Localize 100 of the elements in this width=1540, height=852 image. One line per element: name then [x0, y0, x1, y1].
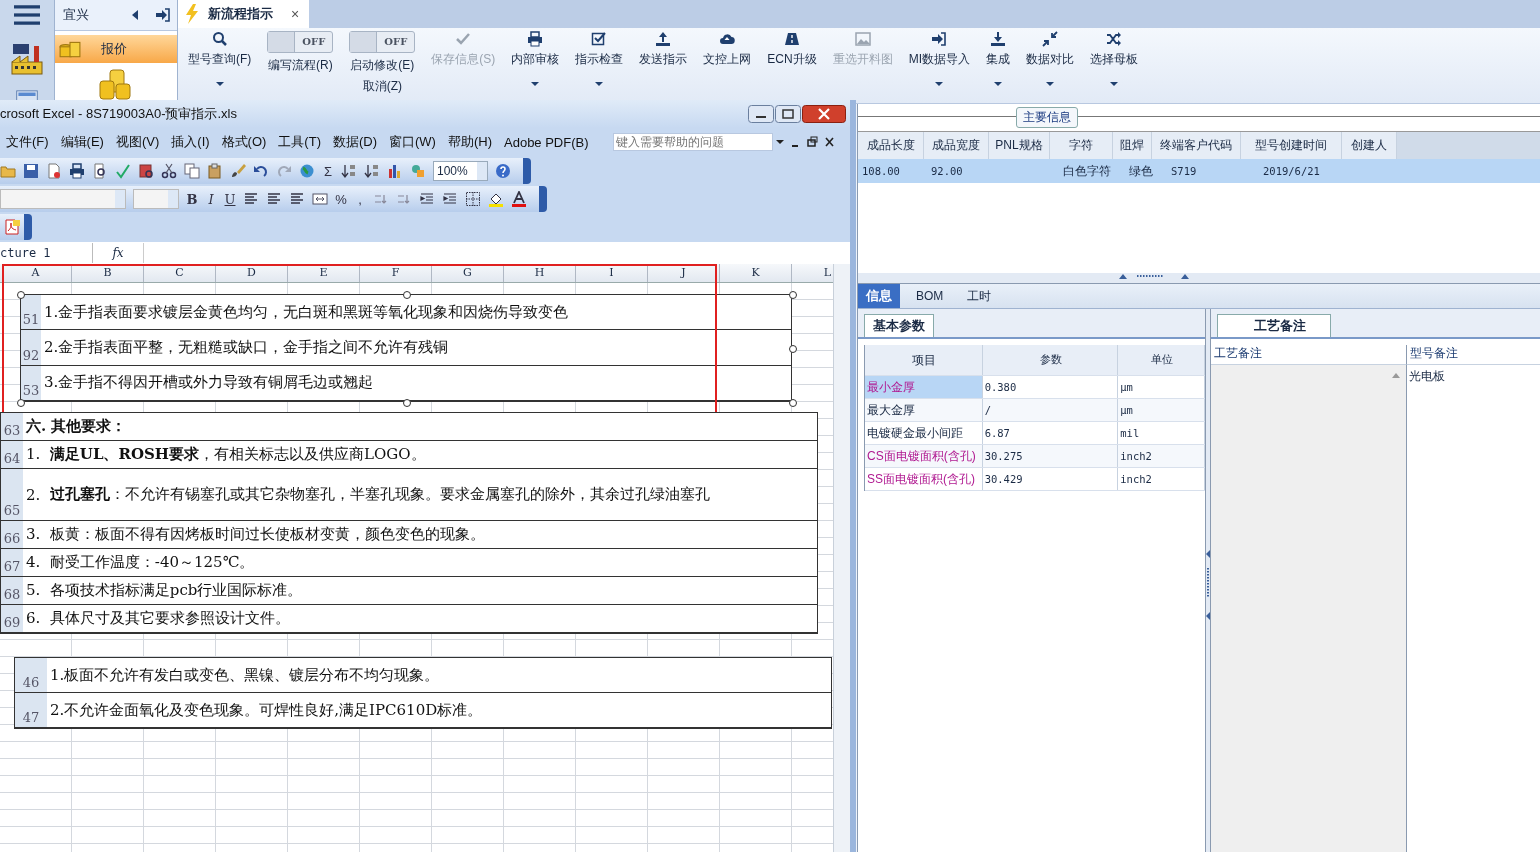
selection-handle[interactable]	[789, 345, 797, 353]
coins-icon[interactable]	[98, 67, 134, 103]
brush-icon[interactable]	[230, 163, 246, 179]
embedded-table-image[interactable]: 46 1.板面不允许有发白或变色、黑镍、镀层分布不均匀现象。 47 2.不允许金面氧化及变色现象。可焊性良好,满足IPC610D标准。	[14, 657, 832, 729]
selection-handle[interactable]	[17, 399, 25, 407]
column-header[interactable]: 工艺备注	[1211, 345, 1407, 365]
format-button[interactable]: B	[186, 191, 198, 207]
printer-icon[interactable]	[69, 163, 85, 179]
caret-icon[interactable]	[935, 82, 944, 86]
maximize-icon[interactable]	[775, 105, 801, 123]
column-header[interactable]: D	[216, 264, 288, 282]
undo-icon[interactable]	[253, 163, 269, 179]
note-text[interactable]: 光电板	[1409, 369, 1445, 383]
table-cell[interactable]: 6.87	[982, 422, 1119, 444]
printer-icon[interactable]	[527, 31, 544, 47]
sort-icon[interactable]	[341, 163, 357, 179]
column-header[interactable]: 型号备注	[1407, 345, 1540, 365]
copy-icon[interactable]	[184, 163, 200, 179]
ribbon-button[interactable]: 选择母板	[1082, 31, 1146, 86]
menu-item[interactable]: 编辑(E)	[54, 133, 110, 151]
column-header[interactable]: C	[144, 264, 216, 282]
sort-icon[interactable]	[364, 163, 380, 179]
selection-handle[interactable]	[17, 291, 25, 299]
table-cell[interactable]: inch2	[1118, 445, 1205, 467]
ribbon-button[interactable]: 发送指示	[631, 31, 696, 68]
menu-item[interactable]: 文件(F)	[0, 133, 55, 151]
column-header[interactable]: H	[504, 264, 576, 282]
caret-icon[interactable]	[595, 82, 604, 86]
indent-icon[interactable]	[419, 191, 435, 207]
menu-item[interactable]: 格式(O)	[215, 133, 273, 151]
table-cell[interactable]: 0.380	[982, 376, 1119, 398]
shuffle-icon[interactable]	[1106, 31, 1122, 47]
caret-icon[interactable]	[994, 82, 1002, 86]
table-cell[interactable]: 30.429	[982, 468, 1119, 490]
format-button[interactable]: I	[205, 191, 217, 207]
menu-item[interactable]: 帮助(H)	[441, 133, 498, 151]
column-header[interactable]: K	[720, 264, 792, 282]
table-cell[interactable]: SS面电镀面积(含孔)	[865, 468, 983, 490]
toggle-button[interactable]: OFF 启动修改(E) 取消(Z)	[341, 31, 424, 95]
document-tab[interactable]: 新流程指示 ×	[178, 0, 310, 28]
selection-handle[interactable]	[789, 291, 797, 299]
menu-item[interactable]: 数据(D)	[326, 133, 383, 151]
embedded-table-image[interactable]: 51 1.金手指表面要求镀层金黄色均匀，无白斑和黑斑等氧化现象和因烧伤导致变色 92 2.金手指表面平整，无粗糙或缺口，金手指之间不允许有残铜 53 3.金手指不得因开槽或外力导致有铜屑毛边或翘起	[20, 294, 792, 402]
panel-tab[interactable]: 工艺备注	[1217, 314, 1331, 337]
name-box[interactable]: cture 1	[0, 243, 93, 263]
caret-icon[interactable]	[1110, 82, 1118, 86]
minimize-icon[interactable]	[748, 105, 774, 123]
menu-item[interactable]: 窗口(W)	[383, 133, 442, 151]
checkbox-icon[interactable]	[591, 31, 608, 47]
pdf-icon[interactable]	[4, 219, 20, 235]
zoom-dropdown[interactable]: 100%	[433, 161, 488, 181]
toggle-button[interactable]: OFF 编写流程(R)	[259, 31, 342, 74]
panel-tab[interactable]: 基本参数	[864, 314, 934, 337]
column-header[interactable]: G	[432, 264, 504, 282]
menu-item[interactable]: 插入(I)	[165, 133, 216, 151]
cloud-icon[interactable]	[719, 31, 736, 47]
scroll-bar[interactable]	[833, 264, 850, 852]
ribbon-button[interactable]: 数据对比	[1018, 31, 1082, 86]
column-header[interactable]: F	[360, 264, 432, 282]
search-icon[interactable]	[211, 31, 228, 47]
preview-icon[interactable]	[92, 163, 108, 179]
ribbon-button[interactable]: 集成	[978, 31, 1018, 86]
column-header[interactable]: J	[648, 264, 720, 282]
document-icon[interactable]	[46, 163, 62, 179]
selection-handle[interactable]	[403, 399, 411, 407]
selection-handle[interactable]	[789, 399, 797, 407]
sign-in-icon[interactable]	[155, 7, 171, 23]
table-cell[interactable]: mil	[1118, 422, 1205, 444]
caret-icon[interactable]	[775, 140, 784, 144]
help-icon[interactable]	[495, 163, 511, 179]
close-button[interactable]: ×	[291, 6, 300, 22]
table-row[interactable]: 108.00 92.00 白色字符 绿色 S719 2019/6/21	[858, 159, 1540, 183]
ribbon-button[interactable]: ECN升级	[759, 31, 825, 68]
table-cell[interactable]: CS面电镀面积(含孔)	[865, 445, 983, 467]
menu-item[interactable]: Adobe PDF(B)	[498, 134, 595, 150]
toggle-switch[interactable]: OFF	[349, 31, 416, 53]
table-cell[interactable]: /	[982, 399, 1119, 421]
clipboard-icon[interactable]	[207, 163, 223, 179]
ribbon-button[interactable]: 指示检查	[567, 31, 632, 86]
upload-icon[interactable]	[655, 31, 672, 47]
menu-icon[interactable]	[14, 4, 40, 26]
splitter-grip-icon[interactable]	[1119, 273, 1189, 279]
help-search-field[interactable]: 键入需要帮助的问题	[612, 133, 773, 151]
column-header[interactable]: E	[288, 264, 360, 282]
splitter-grip-icon[interactable]	[1206, 550, 1210, 620]
table-cell[interactable]: 最小金厚	[865, 376, 983, 398]
table-cell[interactable]: inch2	[1118, 468, 1205, 490]
scissors-icon[interactable]	[161, 163, 177, 179]
toggle-switch[interactable]: OFF	[267, 31, 334, 53]
column-header[interactable]: B	[72, 264, 144, 282]
table-cell[interactable]: 最大金厚	[865, 399, 983, 421]
compress-icon[interactable]	[1042, 31, 1058, 47]
detail-tab[interactable]: 信息	[858, 284, 900, 308]
merge-icon[interactable]	[312, 191, 328, 207]
road-icon[interactable]	[784, 31, 800, 47]
embedded-table-image[interactable]	[0, 412, 818, 634]
detail-tab[interactable]: BOM	[908, 284, 952, 308]
download-icon[interactable]	[990, 31, 1006, 47]
ribbon-button[interactable]: MI数据导入	[900, 31, 978, 86]
selection-handle[interactable]	[403, 291, 411, 299]
